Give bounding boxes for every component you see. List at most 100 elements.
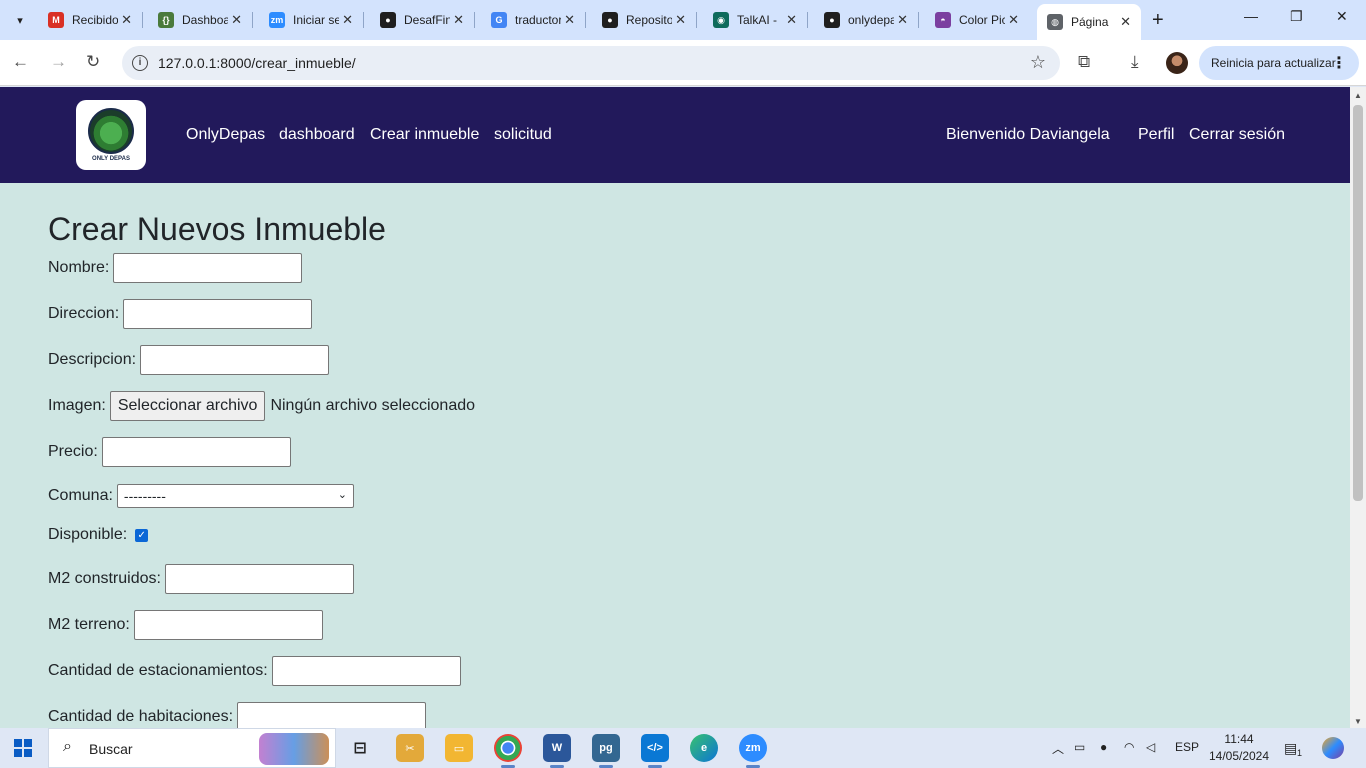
field-estacionamientos: Cantidad de estacionamientos: [48, 656, 461, 686]
bookmark-star-icon[interactable]: ☆ [1030, 52, 1046, 73]
scroll-down-arrow-icon[interactable]: ▼ [1354, 717, 1362, 726]
tab-close-icon[interactable]: ✕ [675, 12, 686, 28]
nav-link-onlydepas[interactable]: OnlyDepas [186, 126, 265, 144]
tab-search-chevron-icon[interactable]: ▾ [8, 8, 32, 32]
taskbar-search-label: Buscar [89, 741, 133, 757]
clock-date: 14/05/2024 [1208, 749, 1270, 763]
page-scrollbar[interactable]: ▲ ▼ [1350, 87, 1366, 728]
google-icon: G [491, 12, 507, 28]
close-window-button[interactable]: ✕ [1336, 8, 1348, 25]
browser-tab[interactable]: ◍ Página ✕ [1037, 4, 1141, 40]
chevron-down-icon: ⌄ [337, 489, 347, 501]
update-button[interactable]: Reinicia para actualizar ⋮ [1199, 46, 1359, 80]
nav-link-cerrar-sesion[interactable]: Cerrar sesión [1189, 126, 1285, 144]
tray-chevron-up-icon[interactable]: ︿ [1052, 740, 1064, 757]
tab-close-icon[interactable]: ✕ [897, 12, 908, 28]
taskbar-search[interactable]: ⌕ Buscar [48, 728, 336, 768]
minimize-button[interactable]: — [1244, 8, 1258, 24]
tab-close-icon[interactable]: ✕ [1008, 12, 1019, 28]
comuna-select[interactable]: --------- ⌄ [116, 484, 354, 508]
forward-arrow-icon[interactable]: → [50, 52, 67, 72]
volume-icon[interactable]: ◁ [1146, 740, 1155, 754]
browser-tab[interactable]: ◓ Color Picker✕ [925, 6, 1029, 34]
tab-close-icon[interactable]: ✕ [1120, 14, 1131, 30]
tab-close-icon[interactable]: ✕ [786, 12, 797, 28]
downloads-icon[interactable]: ⤓ [1131, 52, 1139, 72]
tab-close-icon[interactable]: ✕ [564, 12, 575, 28]
browser-tab[interactable]: ● DesafFinal✕ [370, 6, 475, 34]
file-explorer-icon[interactable]: ▭ [445, 734, 473, 762]
habitaciones-label: Cantidad de habitaciones: [48, 708, 234, 725]
nombre-input[interactable] [113, 253, 303, 283]
tab-close-icon[interactable]: ✕ [342, 12, 353, 28]
browser-tab[interactable]: {} Dashboard✕ [148, 6, 253, 34]
descripcion-input[interactable] [140, 345, 330, 375]
tab-separator [807, 12, 808, 28]
system-clock[interactable]: 11:44 14/05/2024 [1208, 731, 1270, 765]
browser-tab[interactable]: ◉ TalkAI - ✕ [703, 6, 808, 34]
copilot-icon[interactable] [1322, 737, 1344, 759]
tab-close-icon[interactable]: ✕ [231, 12, 242, 28]
snipping-tool-icon[interactable]: ✂ [396, 734, 424, 762]
task-view-icon[interactable]: ⊟ [346, 734, 374, 762]
word-icon[interactable]: W [543, 734, 571, 762]
dashboard-icon: {} [158, 12, 174, 28]
github-icon: ● [380, 12, 396, 28]
address-bar[interactable]: i 127.0.0.1:8000/crear_inmueble/ ☆ [122, 46, 1060, 80]
site-logo[interactable]: ONLY DEPAS [76, 100, 146, 170]
notification-icon[interactable]: ▤ [1284, 740, 1297, 757]
reload-icon[interactable]: ↻ [86, 52, 100, 72]
estacionamientos-input[interactable] [271, 656, 461, 686]
nav-link-solicitud[interactable]: solicitud [494, 126, 552, 144]
globe-icon: ◍ [1047, 14, 1063, 30]
nav-link-perfil[interactable]: Perfil [1138, 126, 1174, 144]
browser-tab[interactable]: ● onlydepas✕ [814, 6, 919, 34]
battery-icon[interactable]: ▭ [1074, 740, 1085, 754]
colorpicker-icon: ◓ [935, 12, 951, 28]
notification-count: 1 [1297, 748, 1303, 758]
field-habitaciones: Cantidad de habitaciones: [48, 702, 427, 728]
disponible-checkbox[interactable]: ✓ [135, 528, 149, 542]
new-tab-button[interactable]: + [1152, 10, 1164, 30]
edge-icon[interactable]: e [690, 734, 718, 762]
disponible-label: Disponible: [48, 526, 128, 543]
scroll-up-arrow-icon[interactable]: ▲ [1354, 91, 1362, 100]
direccion-input[interactable] [123, 299, 313, 329]
nav-link-dashboard[interactable]: dashboard [279, 126, 355, 144]
zoom-app-icon[interactable]: zm [739, 734, 767, 762]
nav-link-crear-inmueble[interactable]: Crear inmueble [370, 126, 479, 144]
chrome-icon[interactable] [494, 734, 522, 762]
windows-start-icon[interactable] [14, 739, 32, 757]
github-icon: ● [602, 12, 618, 28]
site-info-icon[interactable]: i [132, 55, 148, 71]
language-indicator[interactable]: ESP [1175, 740, 1199, 754]
tab-close-icon[interactable]: ✕ [453, 12, 464, 28]
restore-button[interactable]: ❐ [1290, 8, 1303, 25]
extensions-icon[interactable]: ⧉ [1078, 52, 1090, 72]
wifi-icon[interactable]: ◠ [1124, 740, 1134, 754]
tab-separator [252, 12, 253, 28]
m2-terreno-input[interactable] [133, 610, 323, 640]
profile-avatar[interactable] [1166, 52, 1188, 74]
field-precio: Precio: [48, 437, 291, 467]
browser-tab[interactable]: ● Repositorios✕ [592, 6, 697, 34]
field-descripcion: Descripcion: [48, 345, 330, 375]
precio-input[interactable] [101, 437, 291, 467]
browser-tab[interactable]: Gtraductor ✕ [481, 6, 586, 34]
browser-tab[interactable]: zm Iniciar sesión✕ [259, 6, 364, 34]
tab-close-icon[interactable]: ✕ [121, 12, 132, 28]
tab-separator [696, 12, 697, 28]
postgresql-icon[interactable]: pg [592, 734, 620, 762]
estacionamientos-label: Cantidad de estacionamientos: [48, 662, 268, 679]
back-arrow-icon[interactable]: ← [12, 52, 29, 72]
file-select-button[interactable]: Seleccionar archivo [109, 391, 266, 421]
comuna-label: Comuna: [48, 487, 113, 504]
menu-dots-icon[interactable]: ⋮ [1331, 53, 1347, 73]
browser-tab[interactable]: M Recibidos✕ [38, 6, 143, 34]
m2-construidos-input[interactable] [164, 564, 354, 594]
vscode-icon[interactable]: </> [641, 734, 669, 762]
scroll-thumb[interactable] [1353, 105, 1363, 501]
url-text[interactable]: 127.0.0.1:8000/crear_inmueble/ [158, 55, 356, 71]
microphone-icon[interactable]: ● [1100, 740, 1107, 754]
habitaciones-input[interactable] [237, 702, 427, 728]
